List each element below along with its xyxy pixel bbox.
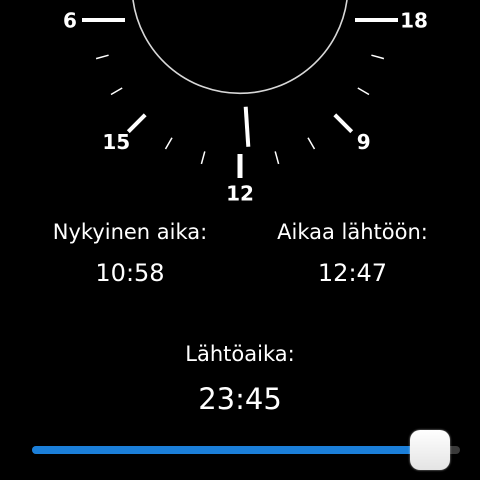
dial-minor-tick: [164, 137, 173, 150]
departure-time-slider[interactable]: [30, 430, 470, 472]
time-until-departure-label: Aikaa lähtöön:: [277, 220, 428, 244]
dial-hand[interactable]: [243, 106, 251, 147]
hour-label-15: 15: [102, 130, 130, 154]
slider-fill: [32, 446, 432, 454]
dial-major-tick: [126, 113, 147, 134]
dial-minor-tick: [307, 137, 316, 150]
dial-minor-tick: [357, 87, 370, 96]
departure-time-label: Lähtöaika:: [185, 342, 295, 366]
slider-thumb[interactable]: [410, 430, 450, 470]
current-time-value: 10:58: [95, 259, 165, 287]
hour-label-9: 9: [357, 130, 371, 154]
hour-label-6: 6: [63, 9, 77, 33]
slider-track[interactable]: [32, 446, 460, 454]
departure-time-dial[interactable]: 6 9 12 15 18: [0, 0, 480, 220]
dial-minor-tick: [110, 87, 123, 96]
hour-label-12: 12: [226, 182, 254, 206]
departure-time-value: 23:45: [198, 382, 282, 416]
dial-major-tick: [333, 113, 354, 134]
time-until-departure-value: 12:47: [317, 259, 388, 287]
dial-minor-tick: [200, 151, 206, 165]
dial-ticks: [82, 18, 398, 178]
current-time-label: Nykyinen aika:: [52, 220, 208, 244]
dial-minor-tick: [95, 54, 109, 60]
dial-ring: [132, 0, 348, 95]
dial-minor-tick: [274, 151, 280, 165]
hour-label-18: 18: [400, 9, 428, 33]
dial-minor-tick: [371, 54, 385, 60]
